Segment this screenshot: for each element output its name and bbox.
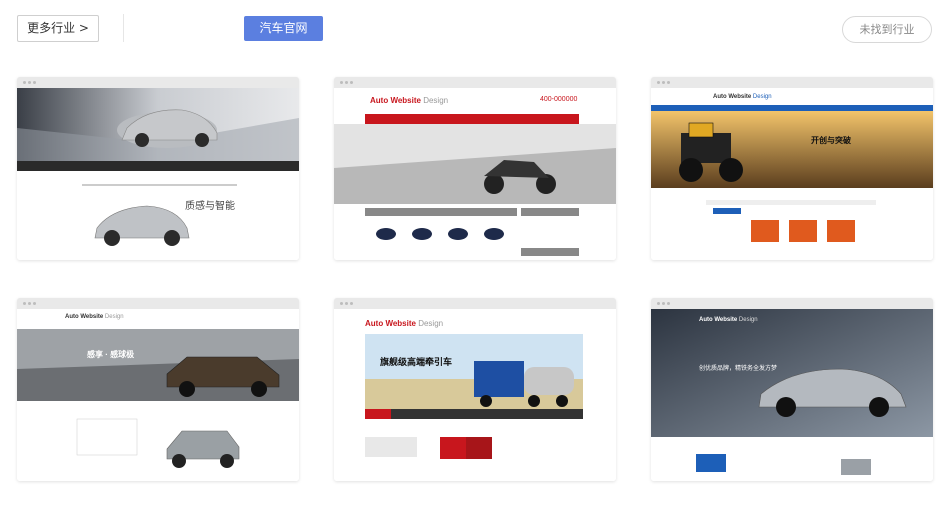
template-thumbnail (334, 309, 616, 481)
template-card-5[interactable]: Auto Website Design 旗舰级高端牵引车 (334, 298, 616, 481)
template-card-4[interactable]: Auto Website Design 感享 · 感球极 (17, 298, 299, 481)
template-preview: Auto Website Design 400-000000 (334, 88, 616, 260)
template-brand: Auto Website Design (65, 314, 124, 320)
template-preview: Auto Website Design 感享 · 感球极 (17, 309, 299, 481)
template-phone: 400-000000 (540, 96, 578, 103)
template-preview: 质感与智能 (17, 88, 299, 260)
template-preview: Auto Website Design 旗舰级高端牵引车 (334, 309, 616, 481)
template-thumbnail (651, 309, 933, 481)
template-thumbnail (651, 88, 933, 260)
more-industries-button[interactable]: 更多行业 > (17, 15, 99, 42)
template-card-1[interactable]: 质感与智能 (17, 77, 299, 260)
template-slogan: 创优质品牌，精铁务全发方梦 (699, 366, 778, 372)
template-card-2[interactable]: Auto Website Design 400-000000 (334, 77, 616, 260)
browser-chrome (17, 298, 299, 309)
template-brand: Auto Website Design (365, 319, 444, 328)
filter-bar: 更多行业 > 汽车官网 未找到行业 (0, 0, 951, 60)
browser-chrome (651, 77, 933, 88)
template-thumbnail (334, 88, 616, 260)
browser-chrome (334, 77, 616, 88)
divider (123, 14, 124, 42)
browser-chrome (17, 77, 299, 88)
browser-chrome (651, 298, 933, 309)
template-slogan: 开创与突破 (811, 136, 851, 145)
template-preview: Auto Website Design 开创与突破 (651, 88, 933, 260)
template-card-6[interactable]: Auto Website Design 创优质品牌，精铁务全发方梦 (651, 298, 933, 481)
template-brand: Auto Website Design (370, 96, 449, 105)
template-thumbnail (17, 309, 299, 481)
template-thumbnail (17, 88, 299, 260)
not-found-industry-button[interactable]: 未找到行业 (842, 16, 932, 43)
template-brand: Auto Website Design (713, 94, 772, 100)
industry-tab-auto[interactable]: 汽车官网 (244, 16, 323, 41)
template-slogan: 感享 · 感球极 (87, 350, 135, 359)
template-slogan: 质感与智能 (185, 201, 235, 212)
template-preview: Auto Website Design 创优质品牌，精铁务全发方梦 (651, 309, 933, 481)
template-slogan: 旗舰级高端牵引车 (380, 357, 453, 367)
template-card-3[interactable]: Auto Website Design 开创与突破 (651, 77, 933, 260)
template-brand: Auto Website Design (699, 317, 758, 323)
browser-chrome (334, 298, 616, 309)
